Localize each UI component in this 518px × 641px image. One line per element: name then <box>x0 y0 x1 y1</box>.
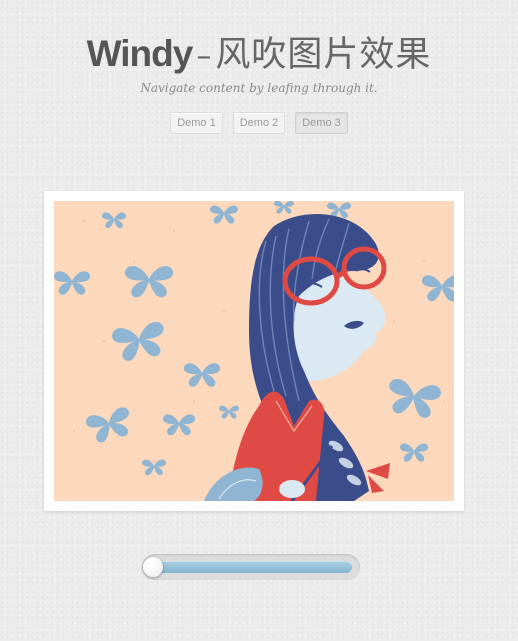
page-title: Windy – 风吹图片效果 <box>0 26 518 77</box>
slider-fill <box>150 561 352 573</box>
title-brand: Windy <box>86 33 194 74</box>
girl-butterflies-illustration <box>54 201 454 501</box>
slider-handle[interactable] <box>143 557 163 577</box>
demo-2-button[interactable]: Demo 2 <box>232 112 286 134</box>
title-dash: – <box>196 39 212 74</box>
illustration-image[interactable] <box>54 201 454 501</box>
page-slider[interactable] <box>142 554 360 580</box>
demo-nav: Demo 1 Demo 2 Demo 3 <box>0 112 518 134</box>
title-chinese: 风吹图片效果 <box>215 35 432 75</box>
page-subtitle: Navigate content by leafing through it. <box>140 81 378 95</box>
demo-1-button[interactable]: Demo 1 <box>170 112 223 134</box>
image-frame <box>44 191 464 511</box>
demo-3-button[interactable]: Demo 3 <box>295 112 348 134</box>
